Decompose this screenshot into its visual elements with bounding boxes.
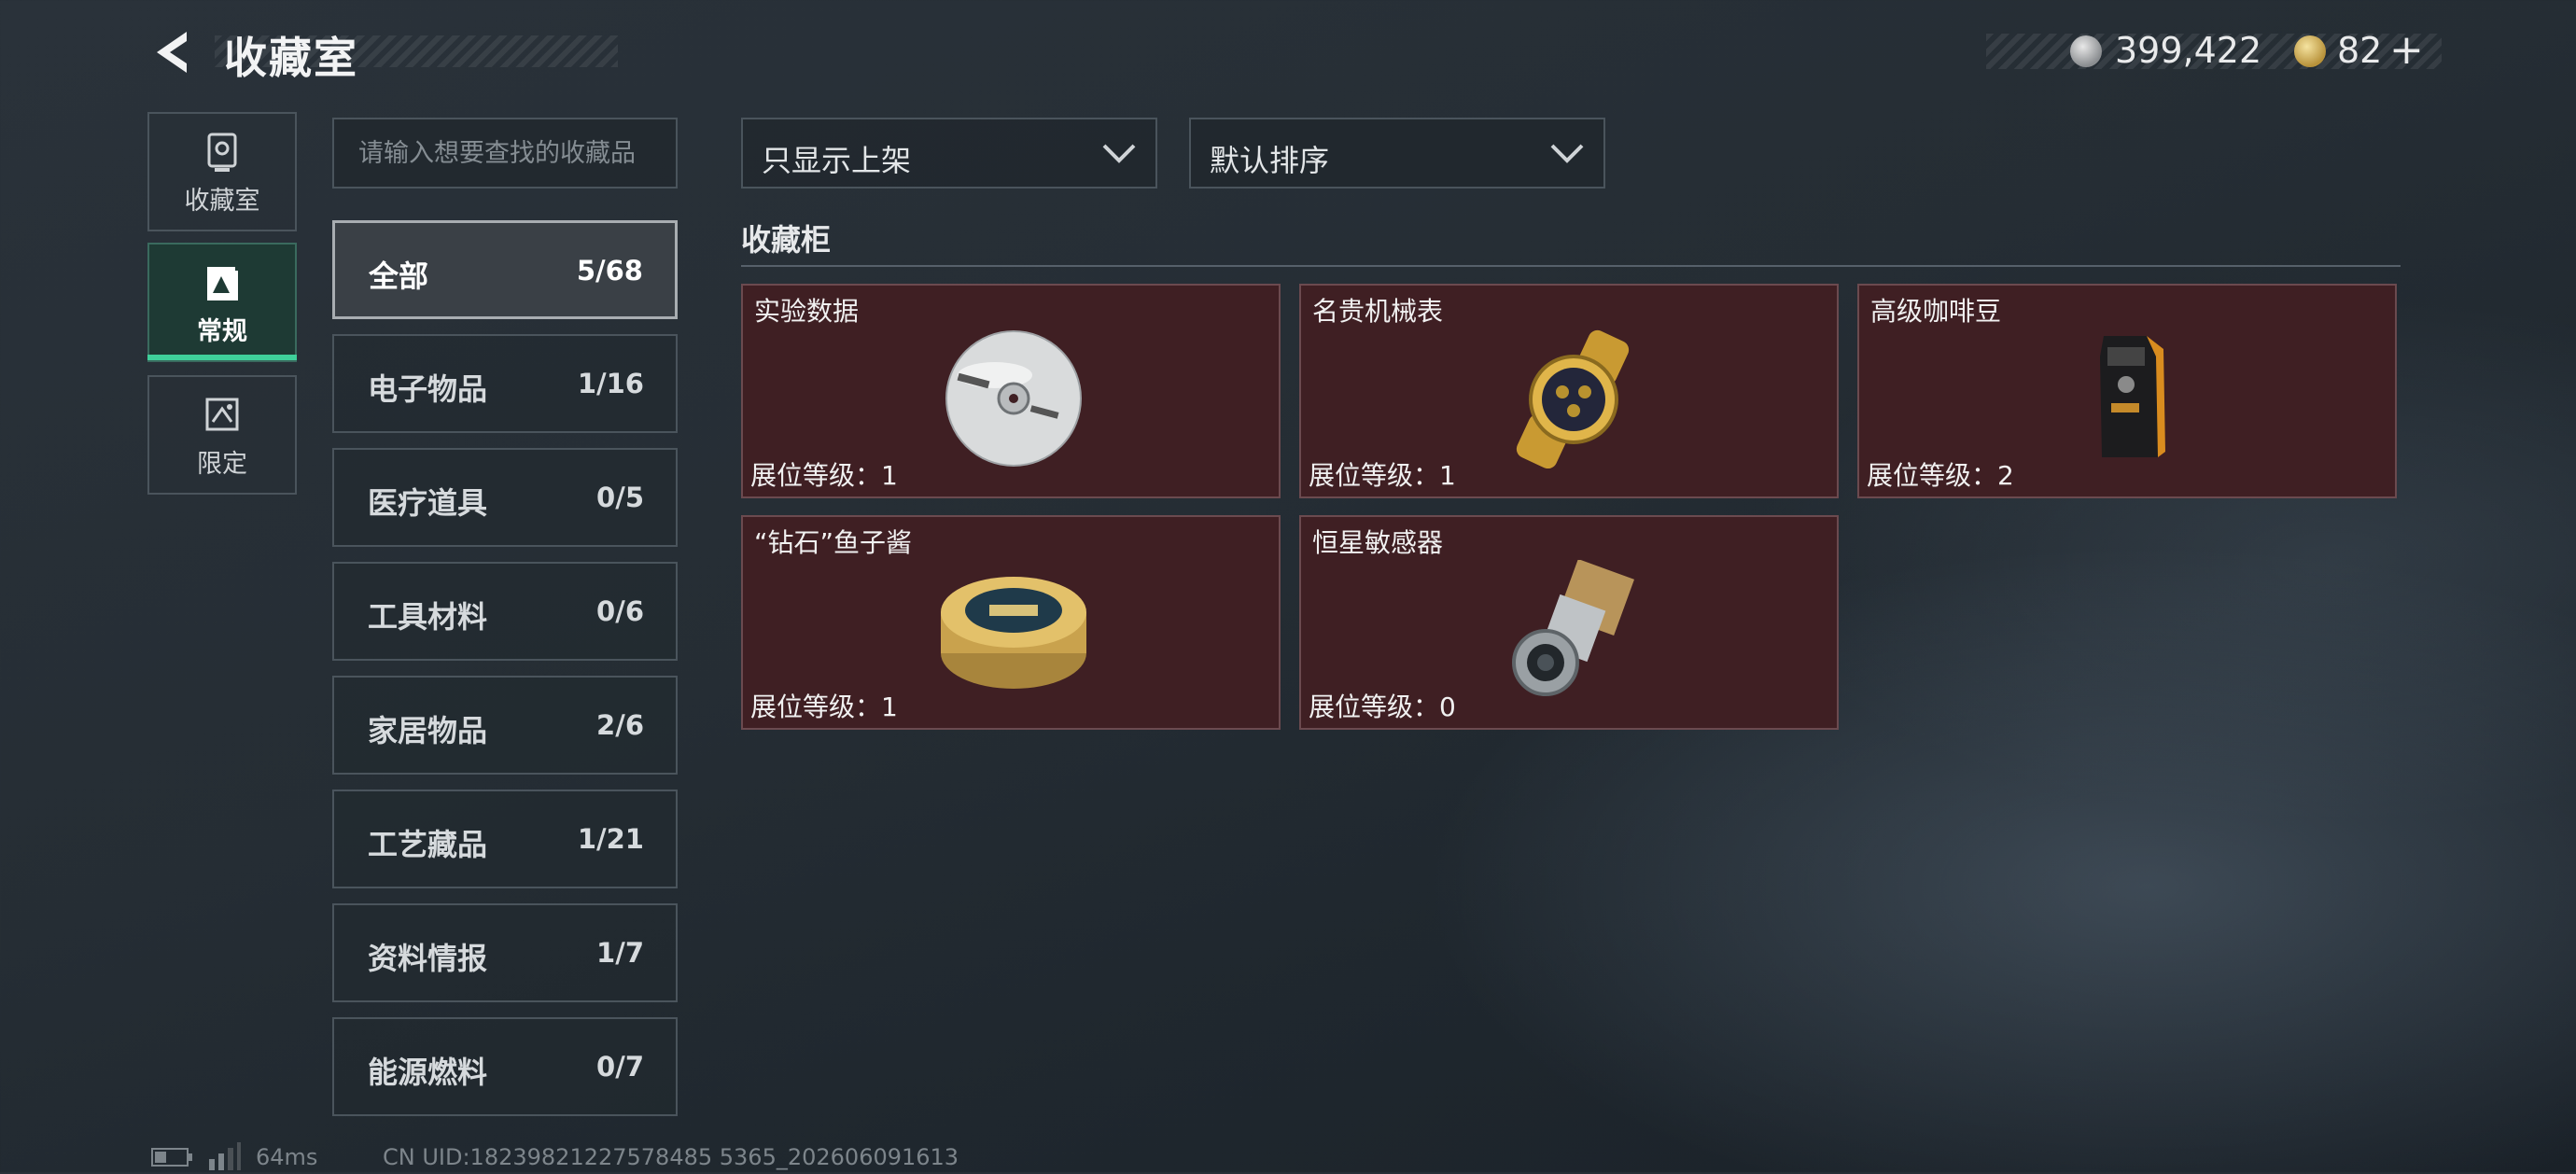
category-count: 1/16 <box>577 368 644 399</box>
category-name: 全部 <box>369 259 429 294</box>
nav-label: 限定 <box>197 450 247 479</box>
gold-coin-icon <box>2294 35 2326 67</box>
display-filter-value: 只显示上架 <box>762 143 912 178</box>
gold-watch-icon <box>1488 328 1656 469</box>
item-name: 名贵机械表 <box>1312 296 1444 327</box>
category-count: 0/7 <box>596 1051 644 1083</box>
item-level: 展位等级：1 <box>1309 460 1456 491</box>
category-count: 5/68 <box>576 255 643 287</box>
silver-coin-icon <box>2070 35 2102 67</box>
silver-amount: 399,422 <box>2115 30 2262 71</box>
sort-order-value: 默认排序 <box>1210 143 1330 178</box>
item-level: 展位等级：1 <box>750 460 898 491</box>
category-crafts[interactable]: 工艺藏品 1/21 <box>332 790 678 888</box>
battery-icon <box>151 1146 194 1172</box>
category-intel[interactable]: 资料情报 1/7 <box>332 903 678 1002</box>
item-name: 恒星敏感器 <box>1312 527 1444 558</box>
ping-readout: 64ms <box>256 1144 318 1170</box>
page-title: 收藏室 <box>224 33 358 83</box>
caviar-tin-icon <box>930 560 1098 700</box>
cabinet-title: 收藏柜 <box>741 222 832 258</box>
display-filter-dropdown[interactable]: 只显示上架 <box>741 118 1157 189</box>
item-name: 实验数据 <box>754 296 860 327</box>
nav-item-standard[interactable]: 常规 <box>147 243 297 362</box>
category-name: 资料情报 <box>368 941 488 976</box>
nav-label: 收藏室 <box>184 187 260 216</box>
category-count: 2/6 <box>596 709 644 741</box>
coffee-bag-icon <box>2046 328 2214 468</box>
category-name: 工艺藏品 <box>368 827 488 862</box>
category-household[interactable]: 家居物品 2/6 <box>332 676 678 775</box>
search-field[interactable] <box>332 118 678 189</box>
category-name: 家居物品 <box>368 713 488 748</box>
category-medical[interactable]: 医疗道具 0/5 <box>332 448 678 547</box>
category-energy[interactable]: 能源燃料 0/7 <box>332 1017 678 1116</box>
add-currency-button[interactable]: + <box>2389 26 2424 74</box>
category-tools[interactable]: 工具材料 0/6 <box>332 562 678 661</box>
standard-collection-icon <box>203 263 241 304</box>
collection-card-star-sensor[interactable]: 恒星敏感器 展位等级：0 <box>1299 515 1839 730</box>
category-electronics[interactable]: 电子物品 1/16 <box>332 334 678 433</box>
collection-card-caviar[interactable]: “钻石”鱼子酱 展位等级：1 <box>741 515 1281 730</box>
section-divider <box>741 265 2401 267</box>
item-name: “钻石”鱼子酱 <box>754 527 913 558</box>
chevron-down-icon <box>1549 140 1585 166</box>
star-sensor-icon <box>1488 558 1656 700</box>
search-input[interactable] <box>334 119 676 187</box>
user-uid: CN UID:18239821227578485 5365_2026060916… <box>383 1144 959 1170</box>
category-name: 电子物品 <box>368 371 488 407</box>
nav-item-limited[interactable]: 限定 <box>147 375 297 495</box>
limited-collection-icon <box>203 396 241 437</box>
item-level: 展位等级：0 <box>1309 692 1456 722</box>
nav-item-collection-room[interactable]: 收藏室 <box>147 112 297 231</box>
category-count: 0/5 <box>596 482 644 513</box>
collection-card-experiment-data[interactable]: 实验数据 展位等级：1 <box>741 284 1281 498</box>
category-name: 能源燃料 <box>368 1055 488 1090</box>
category-all[interactable]: 全部 5/68 <box>332 220 678 319</box>
back-arrow-icon[interactable] <box>149 28 194 77</box>
nav-active-indicator <box>147 355 297 360</box>
collection-card-luxury-watch[interactable]: 名贵机械表 展位等级：1 <box>1299 284 1839 498</box>
item-level: 展位等级：2 <box>1867 460 2014 491</box>
category-count: 0/6 <box>596 595 644 627</box>
category-count: 1/21 <box>577 823 644 855</box>
data-disc-icon <box>930 328 1098 468</box>
item-level: 展位等级：1 <box>750 692 898 722</box>
category-count: 1/7 <box>596 937 644 969</box>
signal-icon <box>207 1140 241 1174</box>
chevron-down-icon <box>1101 140 1137 166</box>
category-name: 医疗道具 <box>368 485 488 521</box>
gold-amount: 82 <box>2337 30 2383 71</box>
collection-card-coffee-beans[interactable]: 高级咖啡豆 展位等级：2 <box>1857 284 2397 498</box>
nav-label: 常规 <box>197 317 247 346</box>
category-name: 工具材料 <box>368 599 488 635</box>
sort-order-dropdown[interactable]: 默认排序 <box>1189 118 1605 189</box>
trophy-icon <box>203 133 241 174</box>
item-name: 高级咖啡豆 <box>1870 296 2002 327</box>
